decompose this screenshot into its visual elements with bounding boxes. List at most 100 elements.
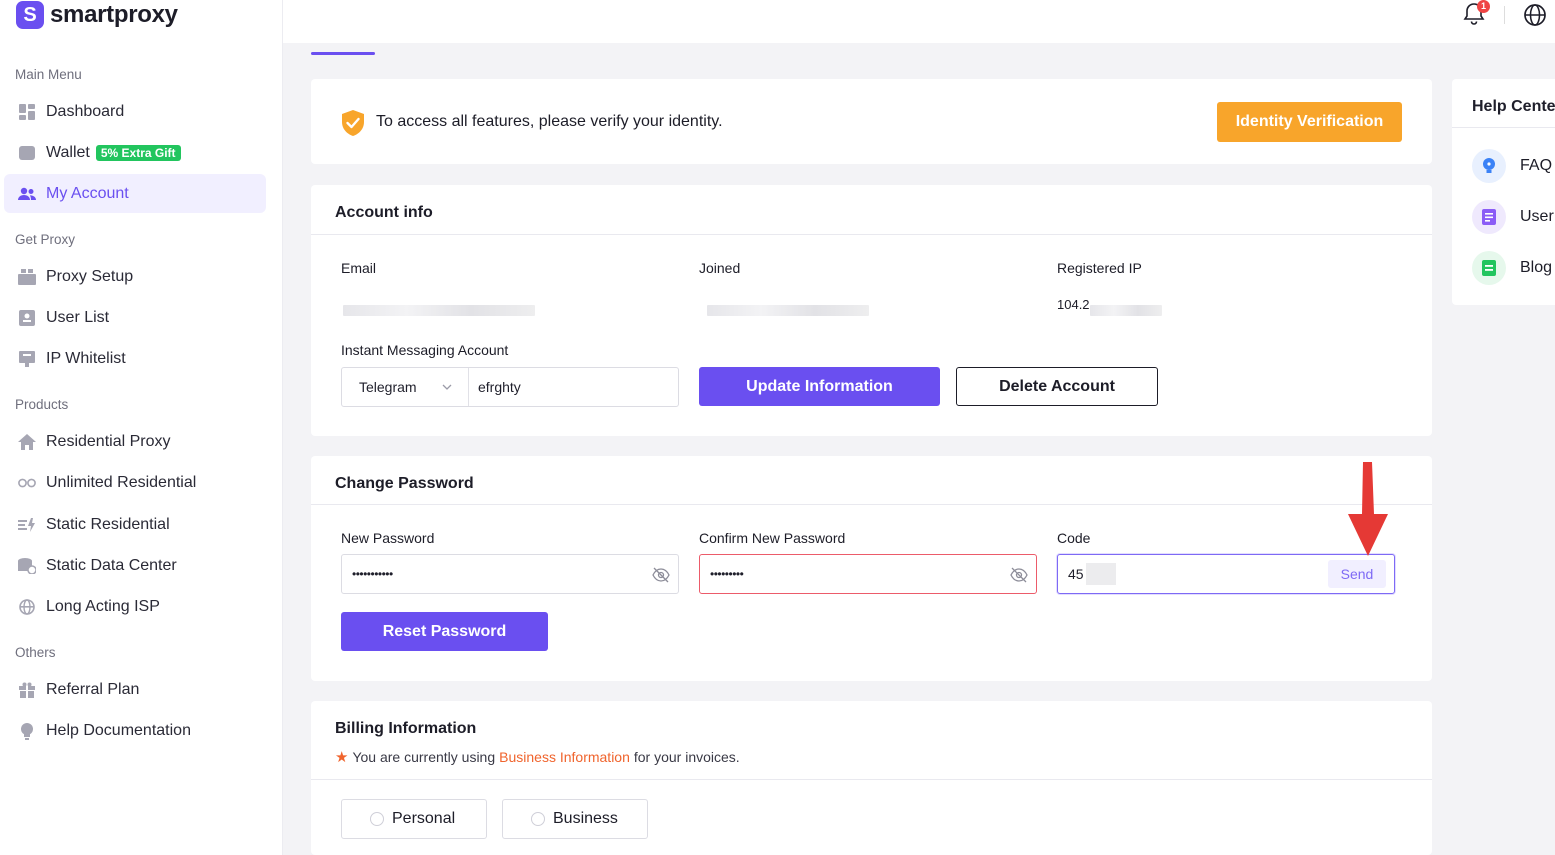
users-icon [18, 185, 36, 203]
sidebar-item-static-data-center[interactable]: Static Data Center [4, 546, 266, 585]
registered-ip-redacted [1090, 305, 1162, 316]
sidebar-item-residential-proxy[interactable]: Residential Proxy [4, 422, 266, 461]
red-arrow-annotation [1348, 462, 1388, 556]
billing-note-suffix: for your invoices. [633, 749, 740, 765]
brand-name: smartproxy [50, 1, 178, 28]
business-information-link[interactable]: Business Information [499, 749, 630, 765]
star-icon: ★ [335, 749, 349, 766]
account-info-card: Account info Email Joined Registered IP … [311, 185, 1432, 436]
notification-count-badge: 1 [1477, 0, 1490, 13]
help-center-title: Help Cente [1472, 98, 1555, 115]
top-bar [283, 0, 1555, 43]
billing-option-business[interactable]: Business [502, 799, 648, 839]
sidebar-item-label: Referral Plan [46, 680, 140, 698]
section-main-menu: Main Menu [15, 67, 82, 82]
faq-icon [1472, 149, 1506, 183]
sidebar-item-label: Dashboard [46, 102, 125, 120]
im-type-select[interactable]: Telegram [342, 368, 469, 406]
eye-off-icon[interactable] [1010, 566, 1028, 584]
verify-message: To access all features, please verify yo… [376, 113, 723, 130]
billing-title: Billing Information [335, 720, 477, 737]
help-item-faq[interactable]: FAQ [1472, 149, 1552, 183]
new-password-label: New Password [341, 530, 435, 546]
active-tab-indicator [311, 52, 375, 55]
user-guide-icon [1472, 200, 1506, 234]
sidebar-item-user-list[interactable]: User List [4, 298, 266, 337]
wallet-icon [18, 144, 36, 162]
gift-icon [18, 681, 36, 699]
registered-ip-value: 104.2 [1057, 297, 1090, 312]
help-item-label: User [1520, 208, 1554, 225]
sidebar-item-label: Proxy Setup [46, 267, 134, 285]
language-globe-icon[interactable] [1522, 2, 1548, 28]
help-item-user[interactable]: User [1472, 200, 1554, 234]
billing-option-label: Business [553, 810, 618, 827]
sidebar-item-ip-whitelist[interactable]: IP Whitelist [4, 339, 266, 378]
billing-note-prefix: You are currently using [352, 749, 496, 765]
email-label: Email [341, 260, 377, 276]
code-input[interactable]: 45 Send [1057, 554, 1395, 594]
confirm-password-label: Confirm New Password [699, 530, 846, 546]
ip-whitelist-icon [18, 350, 36, 368]
delete-account-button[interactable]: Delete Account [956, 367, 1158, 406]
section-products: Products [15, 397, 69, 412]
divider [311, 779, 1432, 780]
topbar-divider [1504, 6, 1505, 24]
eye-off-icon[interactable] [652, 566, 670, 584]
sidebar-item-long-acting-isp[interactable]: Long Acting ISP [4, 587, 266, 626]
isp-icon [18, 598, 36, 616]
section-get-proxy: Get Proxy [15, 232, 76, 247]
sidebar-item-wallet[interactable]: Wallet 5% Extra Gift [4, 133, 266, 172]
joined-value-redacted [707, 305, 869, 316]
data-center-icon [18, 557, 36, 575]
radio-icon [370, 812, 384, 826]
help-center-card: Help Cente FAQ User Blog [1452, 79, 1555, 305]
billing-note: ★ You are currently using Business Infor… [335, 748, 740, 766]
send-code-button[interactable]: Send [1328, 560, 1386, 588]
confirm-password-input[interactable]: ••••••••• [699, 554, 1037, 594]
dashboard-icon [18, 103, 36, 121]
sidebar-item-my-account[interactable]: My Account [4, 174, 266, 213]
sidebar-item-static-residential[interactable]: Static Residential [4, 505, 266, 544]
brand-logo[interactable]: S smartproxy [16, 0, 178, 30]
sidebar: S smartproxy Main Menu Dashboard Wallet … [0, 0, 283, 855]
sidebar-item-help-documentation[interactable]: Help Documentation [4, 711, 266, 750]
chevron-down-icon [442, 384, 452, 390]
code-redacted [1085, 563, 1116, 585]
lightbulb-icon [18, 722, 36, 740]
blog-icon [1472, 251, 1506, 285]
new-password-input[interactable]: ••••••••••• [341, 554, 679, 594]
update-information-button[interactable]: Update Information [699, 367, 940, 406]
billing-option-personal[interactable]: Personal [341, 799, 487, 839]
help-item-blog[interactable]: Blog [1472, 251, 1552, 285]
reset-password-button[interactable]: Reset Password [341, 612, 548, 651]
shield-check-icon [342, 110, 364, 136]
sidebar-item-label: My Account [46, 184, 129, 202]
sidebar-item-label: IP Whitelist [46, 349, 126, 367]
im-account-input[interactable]: efrghty [469, 368, 678, 406]
confirm-password-value: ••••••••• [710, 567, 744, 581]
sidebar-item-unlimited-residential[interactable]: Unlimited Residential [4, 463, 266, 502]
sidebar-item-label: Static Data Center [46, 556, 177, 574]
im-type-value: Telegram [359, 379, 417, 395]
divider [311, 234, 1432, 235]
sidebar-item-dashboard[interactable]: Dashboard [4, 92, 266, 131]
new-password-value: ••••••••••• [352, 567, 393, 581]
sidebar-item-proxy-setup[interactable]: Proxy Setup [4, 257, 266, 296]
home-icon [18, 433, 36, 451]
code-value: 45 [1068, 566, 1084, 582]
change-password-title: Change Password [335, 475, 474, 492]
radio-icon [531, 812, 545, 826]
registered-ip-label: Registered IP [1057, 260, 1142, 276]
billing-option-label: Personal [392, 810, 456, 827]
sidebar-item-referral-plan[interactable]: Referral Plan [4, 670, 266, 709]
im-account-label: Instant Messaging Account [341, 342, 509, 358]
divider [1452, 127, 1555, 128]
sidebar-item-label: Help Documentation [46, 721, 191, 739]
proxy-setup-icon [18, 268, 36, 286]
im-account-field: Telegram efrghty [341, 367, 679, 407]
sidebar-item-label: Static Residential [46, 515, 170, 533]
infinity-icon [18, 474, 36, 492]
help-item-label: Blog [1520, 259, 1553, 276]
identity-verification-button[interactable]: Identity Verification [1217, 102, 1402, 142]
